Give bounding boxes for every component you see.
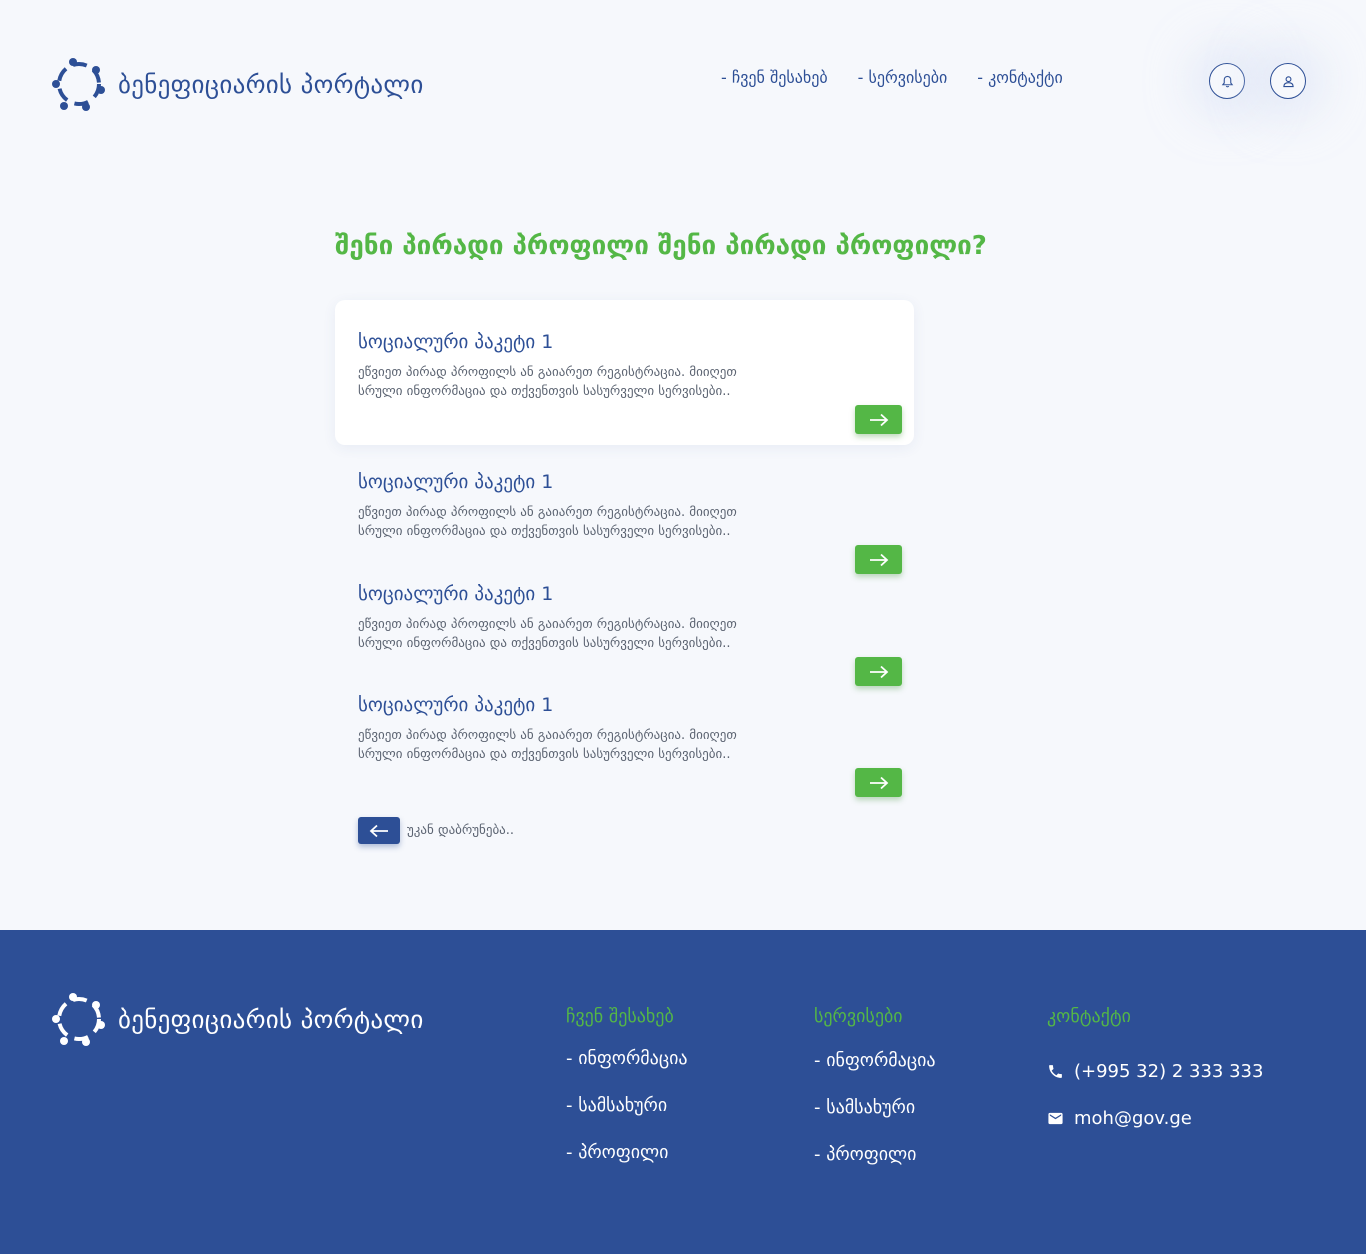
footer-link-information[interactable]: - ინფორმაცია	[566, 1048, 688, 1095]
card-title: სოციალური პაკეტი 1	[358, 694, 554, 716]
footer-logo-text: ბენეფიციარის პორტალი	[118, 1004, 424, 1034]
footer-col-services: სერვისები - ინფორმაცია - სამსახური - პრო…	[814, 1006, 936, 1191]
footer-phone[interactable]: (+995 32) 2 333 333	[1047, 1048, 1263, 1095]
page-title: შენი პირადი პროფილი შენი პირადი პროფილი?	[335, 231, 987, 261]
logo-text: ბენეფიციარის პორტალი	[118, 69, 424, 99]
card-title: სოციალური პაკეტი 1	[358, 583, 554, 605]
card-title: სოციალური პაკეტი 1	[358, 331, 554, 353]
logo[interactable]: ბენეფიციარის პორტალი	[52, 57, 424, 111]
footer-link-profile[interactable]: - პროფილი	[566, 1142, 688, 1189]
card-description: ეწვიეთ პირად პროფილს ან გაიარეთ რეგისტრა…	[358, 728, 737, 762]
arrow-left-icon	[369, 824, 388, 837]
footer-logo[interactable]: ბენეფიციარის პორტალი	[52, 992, 424, 1046]
mail-icon	[1048, 1112, 1063, 1125]
back-button[interactable]	[358, 817, 400, 844]
footer-link-information[interactable]: - ინფორმაცია	[814, 1050, 936, 1097]
footer-col-contact: კონტაქტი (+995 32) 2 333 333 moh@gov.ge	[1047, 1006, 1263, 1142]
card-description: ეწვიეთ პირად პროფილს ან გაიარეთ რეგისტრა…	[358, 365, 737, 399]
phone-number: (+995 32) 2 333 333	[1074, 1061, 1264, 1082]
card-description: ეწვიეთ პირად პროფილს ან გაიარეთ რეგისტრა…	[358, 617, 737, 651]
footer-col-title: ჩვენ შესახებ	[566, 1006, 674, 1027]
footer-email[interactable]: moh@gov.ge	[1047, 1095, 1263, 1142]
card-title: სოციალური პაკეტი 1	[358, 471, 554, 493]
notifications-button[interactable]	[1209, 63, 1245, 99]
footer-col-title: სერვისები	[814, 1006, 903, 1027]
open-package-button[interactable]	[855, 768, 902, 797]
arrow-right-icon	[869, 776, 888, 789]
user-icon	[1282, 75, 1294, 87]
open-package-button[interactable]	[855, 405, 902, 434]
nav-services[interactable]: - სერვისები	[858, 68, 948, 87]
arrow-right-icon	[869, 413, 888, 426]
footer-link-service[interactable]: - სამსახური	[814, 1097, 936, 1144]
nav-about[interactable]: - ჩვენ შესახებ	[721, 68, 828, 87]
bell-icon	[1221, 75, 1233, 87]
site-footer: ბენეფიციარის პორტალი ჩვენ შესახებ - ინფო…	[0, 930, 1366, 1254]
package-card[interactable]: სოციალური პაკეტი 1 ეწვიეთ პირად პროფილს …	[335, 663, 914, 808]
package-card[interactable]: სოციალური პაკეტი 1 ეწვიეთ პირად პროფილს …	[335, 300, 914, 445]
footer-col-title: კონტაქტი	[1047, 1006, 1131, 1027]
footer-col-about: ჩვენ შესახებ - ინფორმაცია - სამსახური - …	[566, 1006, 688, 1189]
logo-icon	[52, 58, 105, 111]
nav-contact[interactable]: - კონტაქტი	[977, 68, 1063, 87]
profile-button[interactable]	[1270, 63, 1306, 99]
footer-link-profile[interactable]: - პროფილი	[814, 1144, 936, 1191]
card-description: ეწვიეთ პირად პროფილს ან გაიარეთ რეგისტრა…	[358, 505, 737, 539]
back-row: უკან დაბრუნება..	[358, 817, 514, 844]
main-nav: - ჩვენ შესახებ - სერვისები - კონტაქტი	[721, 68, 1093, 87]
back-label[interactable]: უკან დაბრუნება..	[407, 823, 514, 838]
site-header: ბენეფიციარის პორტალი - ჩვენ შესახებ - სე…	[0, 0, 1366, 160]
footer-link-service[interactable]: - სამსახური	[566, 1095, 688, 1142]
email-address: moh@gov.ge	[1074, 1108, 1192, 1129]
phone-icon	[1049, 1065, 1062, 1078]
logo-icon	[52, 993, 105, 1046]
